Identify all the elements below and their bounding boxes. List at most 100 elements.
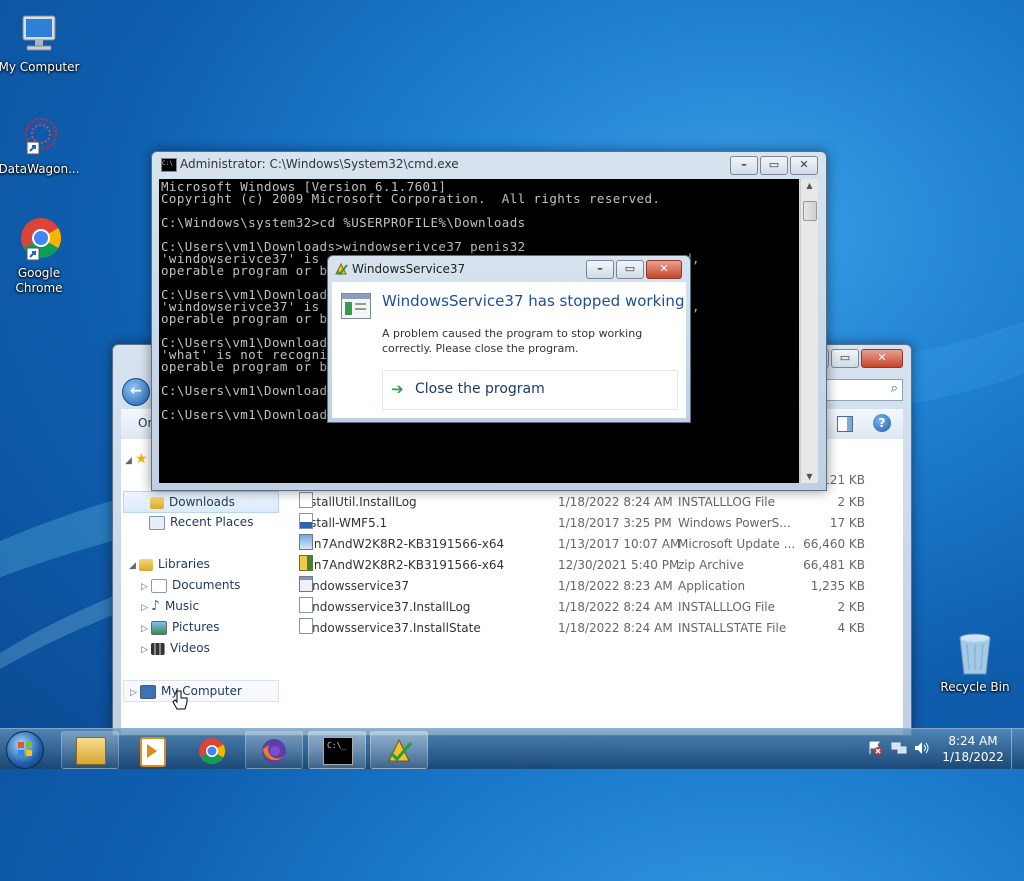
zip-file-icon [299, 555, 313, 571]
minimize-button[interactable]: – [586, 260, 614, 279]
nav-favorites-expander[interactable]: ◢ ★ [125, 449, 148, 469]
close-program-button[interactable]: ➔ Close the program [382, 370, 678, 410]
desktop-icon-my-computer[interactable]: My Computer [0, 10, 81, 75]
table-row[interactable]: windowsservice37.InstallLog 1/18/2022 8:2… [299, 597, 865, 618]
table-row[interactable]: windowsservice37.InstallState 1/18/2022 8… [299, 618, 865, 639]
file-date: 1/13/2017 10:07 AM [558, 537, 681, 551]
sidebar-item-label: Music [164, 599, 200, 613]
volume-icon[interactable] [914, 741, 930, 755]
table-row[interactable]: InstallUtil.InstallLog 1/18/2022 8:24 AM I… [299, 492, 865, 513]
libraries-icon [139, 558, 153, 571]
expand-triangle-icon: ◢ [129, 561, 136, 571]
file-type: INSTALLLOG File [678, 600, 776, 614]
collapse-triangle-icon: ▷ [141, 645, 148, 655]
msu-file-icon [299, 534, 313, 550]
videos-icon [151, 642, 165, 655]
desktop-icon-recycle-bin[interactable]: Recycle Bin [933, 630, 1017, 695]
scroll-down-icon: ▼ [806, 472, 813, 481]
expand-triangle-icon: ◢ [125, 456, 132, 466]
file-date: 12/30/2021 5:40 PM [558, 558, 680, 572]
file-size: 17 KB [829, 516, 865, 530]
close-button[interactable]: ✕ [646, 260, 682, 279]
sidebar-item-recent-places[interactable]: Recent Places [123, 512, 253, 532]
show-desktop-button[interactable] [1011, 729, 1024, 769]
sidebar-item-videos[interactable]: ▷ Videos [141, 638, 210, 658]
table-row[interactable]: Install-WMF5.1 1/18/2017 3:25 PM Windows P… [299, 513, 865, 534]
dialog-titlebar[interactable]: WindowsService37 – ▭ ✕ [328, 256, 690, 282]
maximize-icon: ▭ [839, 351, 851, 364]
error-dialog[interactable]: WindowsService37 – ▭ ✕ WindowsService37 … [327, 255, 691, 423]
file-date: 1/18/2022 8:24 AM [558, 600, 673, 614]
file-size: 2 KB [837, 495, 865, 509]
table-row[interactable]: windowsservice37 1/18/2022 8:23 AM Applica… [299, 576, 865, 597]
sidebar-item-libraries[interactable]: ◢ Libraries [129, 554, 210, 574]
preview-pane-button[interactable] [837, 416, 853, 432]
log-file-icon [299, 618, 313, 634]
sidebar-item-downloads[interactable]: Downloads [123, 491, 279, 513]
music-icon: ♪ [151, 598, 160, 614]
taskbar-media-player-button[interactable] [122, 731, 180, 769]
documents-icon [151, 578, 167, 593]
table-row[interactable]: Win7AndW2K8R2-KB3191566-x64 12/30/2021 5:… [299, 555, 865, 576]
close-button[interactable]: ✕ [861, 349, 903, 368]
file-name: windowsservice37.InstallLog [299, 597, 470, 618]
pictures-icon [151, 620, 167, 635]
sidebar-item-label: Videos [170, 641, 210, 655]
desktop-icon-datawagon[interactable]: DataWagon... [0, 112, 81, 177]
sidebar-item-pictures[interactable]: ▷ Pictures [141, 617, 220, 637]
clock-time: 8:24 AM [948, 734, 998, 748]
vertical-scrollbar[interactable]: ▲ ▼ [800, 179, 818, 483]
cmd-titlebar[interactable]: C:\ Administrator: C:\Windows\System32\c… [152, 152, 826, 178]
collapse-triangle-icon: ▷ [130, 688, 137, 698]
taskbar-chrome-button[interactable] [183, 731, 241, 769]
taskbar-firefox-button[interactable] [245, 731, 303, 769]
maximize-button[interactable]: ▭ [831, 349, 859, 368]
sidebar-item-music[interactable]: ▷ ♪ Music [141, 596, 199, 616]
close-icon: ✕ [877, 351, 887, 364]
close-program-label: Close the program [415, 381, 545, 397]
file-size: 4 KB [837, 621, 865, 635]
back-arrow-icon: ← [130, 383, 142, 399]
file-name: Win7AndW2K8R2-KB3191566-x64 [299, 534, 504, 555]
sidebar-item-label: Libraries [158, 557, 210, 571]
taskbar-error-reporting-button[interactable] [370, 731, 428, 769]
maximize-button[interactable]: ▭ [760, 156, 788, 175]
application-icon [299, 576, 313, 592]
maximize-icon: ▭ [624, 262, 636, 275]
network-icon[interactable] [891, 741, 907, 755]
dialog-message: A problem caused the program to stop wor… [382, 327, 643, 355]
help-button[interactable]: ? [873, 414, 891, 432]
file-size: 2 KB [837, 600, 865, 614]
file-name: Win7AndW2K8R2-KB3191566-x64 [299, 555, 504, 576]
green-arrow-icon: ➔ [391, 380, 404, 398]
firefox-icon [260, 737, 288, 763]
sidebar-item-my-computer[interactable]: ▷ My Computer [123, 680, 279, 702]
file-type: Application [678, 579, 746, 593]
taskbar-explorer-button[interactable] [61, 731, 119, 769]
desktop-icon-google-chrome[interactable]: Google Chrome [0, 216, 81, 296]
downloads-folder-icon [150, 496, 164, 509]
back-button[interactable]: ← [122, 378, 150, 406]
maximize-button[interactable]: ▭ [616, 260, 644, 279]
sidebar-item-label: Documents [172, 578, 241, 592]
scroll-thumb[interactable] [803, 201, 817, 221]
table-row[interactable]: Win7AndW2K8R2-KB3191566-x64 1/13/2017 10:… [299, 534, 865, 555]
taskbar-cmd-button[interactable]: C:\_ [308, 731, 366, 769]
action-center-icon[interactable] [868, 741, 882, 755]
start-button[interactable] [4, 730, 44, 769]
search-input[interactable]: ⌕ [825, 379, 903, 401]
close-icon: ✕ [799, 158, 809, 171]
file-type: INSTALLLOG File [678, 495, 776, 509]
clock[interactable]: 8:24 AM 1/18/2022 [936, 733, 1010, 765]
log-file-icon [299, 597, 313, 613]
sidebar-item-documents[interactable]: ▷ Documents [141, 575, 240, 595]
file-type: zip Archive [678, 558, 744, 572]
minimize-button[interactable]: – [730, 156, 758, 175]
desktop-icon-label: Google Chrome [15, 266, 63, 295]
file-name-text: InstallUtil.InstallLog [299, 495, 417, 509]
sidebar-item-label: Downloads [169, 495, 235, 509]
windows-orb-icon [6, 731, 44, 769]
close-button[interactable]: ✕ [790, 156, 818, 175]
error-reporting-icon [385, 737, 413, 763]
clock-date: 1/18/2022 [942, 750, 1004, 764]
